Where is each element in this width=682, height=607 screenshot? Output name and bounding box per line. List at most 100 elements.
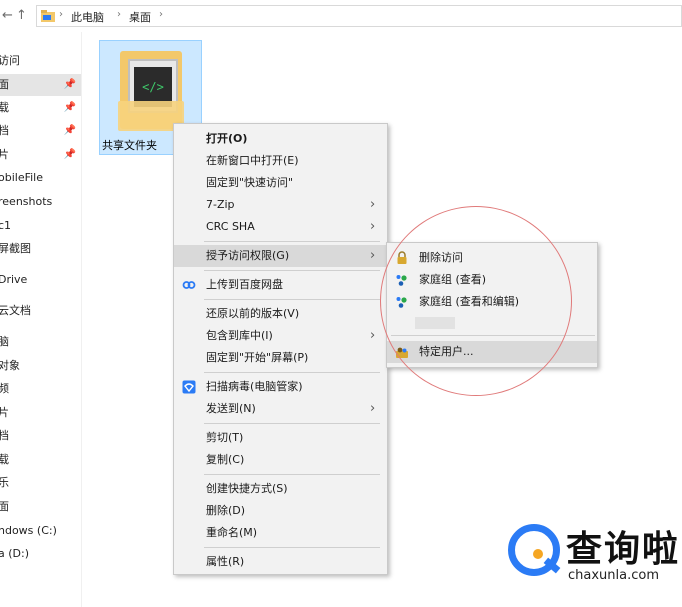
menu-item-pin-quick-access[interactable]: 固定到"快速访问" — [174, 172, 387, 194]
menu-item-crc-sha[interactable]: CRC SHA › — [174, 216, 387, 238]
logo-dot — [533, 549, 543, 559]
nav-item[interactable]: 片 — [0, 402, 81, 424]
breadcrumb-this-pc[interactable]: 此电脑 — [71, 9, 104, 25]
menu-item-delete[interactable]: 删除(D) — [174, 500, 387, 522]
nav-item[interactable]: 脑 — [0, 331, 81, 353]
nav-item-label: a (D:) — [0, 547, 29, 560]
breadcrumb-desktop[interactable]: 桌面 — [129, 9, 151, 25]
nav-item[interactable]: 面 — [0, 496, 81, 518]
nav-item[interactable]: 载📌 — [0, 97, 81, 119]
breadcrumb-separator: › — [117, 9, 121, 20]
menu-item-label: 7-Zip — [206, 198, 235, 211]
nav-item[interactable]: 云文档 — [0, 300, 81, 322]
menu-item-label: 打开(O) — [206, 132, 248, 145]
menu-divider — [204, 241, 380, 242]
menu-item-cut[interactable]: 剪切(T) — [174, 427, 387, 449]
menu-item-label: 剪切(T) — [206, 431, 244, 444]
menu-item-open-new-window[interactable]: 在新窗口中打开(E) — [174, 150, 387, 172]
shield-scan-icon — [182, 380, 196, 394]
menu-item-virus-scan[interactable]: 扫描病毒(电脑管家) — [174, 376, 387, 398]
menu-item-properties[interactable]: 属性(R) — [174, 551, 387, 573]
menu-item-include-library[interactable]: 包含到库中(I) › — [174, 325, 387, 347]
watermark-domain: chaxunla.com — [568, 568, 659, 583]
nav-item[interactable]: 对象 — [0, 355, 81, 377]
menu-item-upload-baidu[interactable]: 上传到百度网盘 — [174, 274, 387, 296]
menu-item-copy[interactable]: 复制(C) — [174, 449, 387, 471]
menu-item-rename[interactable]: 重命名(M) — [174, 522, 387, 544]
menu-item-label: 重命名(M) — [206, 526, 258, 539]
nav-item-label: 脑 — [0, 331, 9, 353]
pin-icon: 📌 — [63, 125, 76, 136]
nav-item[interactable]: 载 — [0, 449, 81, 471]
menu-divider — [204, 547, 380, 548]
nav-item[interactable]: 屏截图 — [0, 238, 81, 260]
menu-item-7zip[interactable]: 7-Zip › — [174, 194, 387, 216]
menu-divider — [204, 299, 380, 300]
nav-item-label: 云文档 — [0, 304, 31, 317]
nav-item[interactable]: 乐 — [0, 472, 81, 494]
breadcrumb-separator: › — [159, 9, 163, 20]
menu-item-create-shortcut[interactable]: 创建快捷方式(S) — [174, 478, 387, 500]
context-menu: 打开(O) 在新窗口中打开(E) 固定到"快速访问" 7-Zip › CRC SH… — [173, 123, 388, 575]
nav-item-drive-d[interactable]: a (D:) — [0, 543, 81, 565]
nav-item-label: 对象 — [0, 359, 20, 372]
pin-icon: 📌 — [63, 102, 76, 113]
menu-item-label: 删除(D) — [206, 504, 246, 517]
nav-item-desktop[interactable]: 面📌 — [0, 74, 81, 96]
menu-item-send-to[interactable]: 发送到(N) › — [174, 398, 387, 420]
nav-item-label: 面 — [0, 496, 9, 518]
nav-item[interactable]: 频 — [0, 378, 81, 400]
submenu-arrow-icon: › — [370, 401, 376, 416]
nav-item-label: 档 — [0, 425, 9, 447]
nav-item[interactable]: 档 — [0, 425, 81, 447]
nav-item[interactable]: c1 — [0, 215, 81, 237]
nav-item-label: c1 — [0, 219, 12, 232]
nav-item[interactable]: Drive — [0, 269, 81, 291]
menu-item-label: 固定到"开始"屏幕(P) — [206, 351, 309, 364]
nav-item[interactable]: reenshots — [0, 191, 81, 213]
navigation-pane: 访问 面📌 载📌 档📌 片📌 obileFile reenshots c1 屏截… — [0, 32, 82, 607]
menu-item-label: 还原以前的版本(V) — [206, 307, 300, 320]
menu-item-label: 发送到(N) — [206, 402, 256, 415]
watermark-logo: 查询啦 chaxunla.com — [508, 518, 682, 607]
nav-item[interactable]: 访问 — [0, 50, 81, 72]
menu-item-label: 复制(C) — [206, 453, 245, 466]
nav-item-label: ndows (C:) — [0, 524, 57, 537]
nav-item-drive-c[interactable]: ndows (C:) — [0, 520, 81, 542]
folder-icon — [41, 10, 55, 22]
nav-item-label: 乐 — [0, 472, 9, 494]
address-bar-area: ← ↑ › 此电脑 › 桌面 › — [0, 0, 682, 32]
menu-item-label: 属性(R) — [206, 555, 245, 568]
menu-item-open[interactable]: 打开(O) — [174, 128, 387, 150]
nav-item-label: 面 — [0, 74, 9, 96]
menu-item-label: 上传到百度网盘 — [206, 278, 283, 291]
watermark-name: 查询啦 — [566, 529, 681, 570]
submenu-arrow-icon: › — [370, 248, 376, 263]
back-arrow-icon[interactable]: ← — [2, 8, 13, 23]
menu-divider — [204, 270, 380, 271]
nav-item-label: obileFile — [0, 171, 43, 184]
nav-item-label: 屏截图 — [0, 242, 31, 255]
menu-item-pin-start[interactable]: 固定到"开始"屏幕(P) — [174, 347, 387, 369]
menu-item-label: CRC SHA — [206, 220, 255, 233]
nav-item-label: 载 — [0, 97, 9, 119]
nav-item-label: 档 — [0, 120, 9, 142]
menu-item-label: 授予访问权限(G) — [206, 249, 290, 262]
up-arrow-icon[interactable]: ↑ — [16, 8, 27, 23]
nav-item-label: 频 — [0, 378, 9, 400]
menu-item-label: 创建快捷方式(S) — [206, 482, 288, 495]
nav-item-label: 片 — [0, 402, 9, 424]
pin-icon: 📌 — [63, 149, 76, 160]
submenu-arrow-icon: › — [370, 219, 376, 234]
nav-item[interactable]: obileFile — [0, 167, 81, 189]
baidu-netdisk-icon — [182, 281, 196, 289]
address-bar[interactable]: › 此电脑 › 桌面 › — [36, 5, 682, 27]
menu-item-label: 包含到库中(I) — [206, 329, 273, 342]
menu-divider — [204, 372, 380, 373]
menu-item-give-access[interactable]: 授予访问权限(G) › — [174, 245, 387, 267]
nav-item[interactable]: 片📌 — [0, 144, 81, 166]
nav-item-label: Drive — [0, 273, 28, 286]
nav-item[interactable]: 档📌 — [0, 120, 81, 142]
menu-divider — [204, 423, 380, 424]
menu-item-restore-versions[interactable]: 还原以前的版本(V) — [174, 303, 387, 325]
